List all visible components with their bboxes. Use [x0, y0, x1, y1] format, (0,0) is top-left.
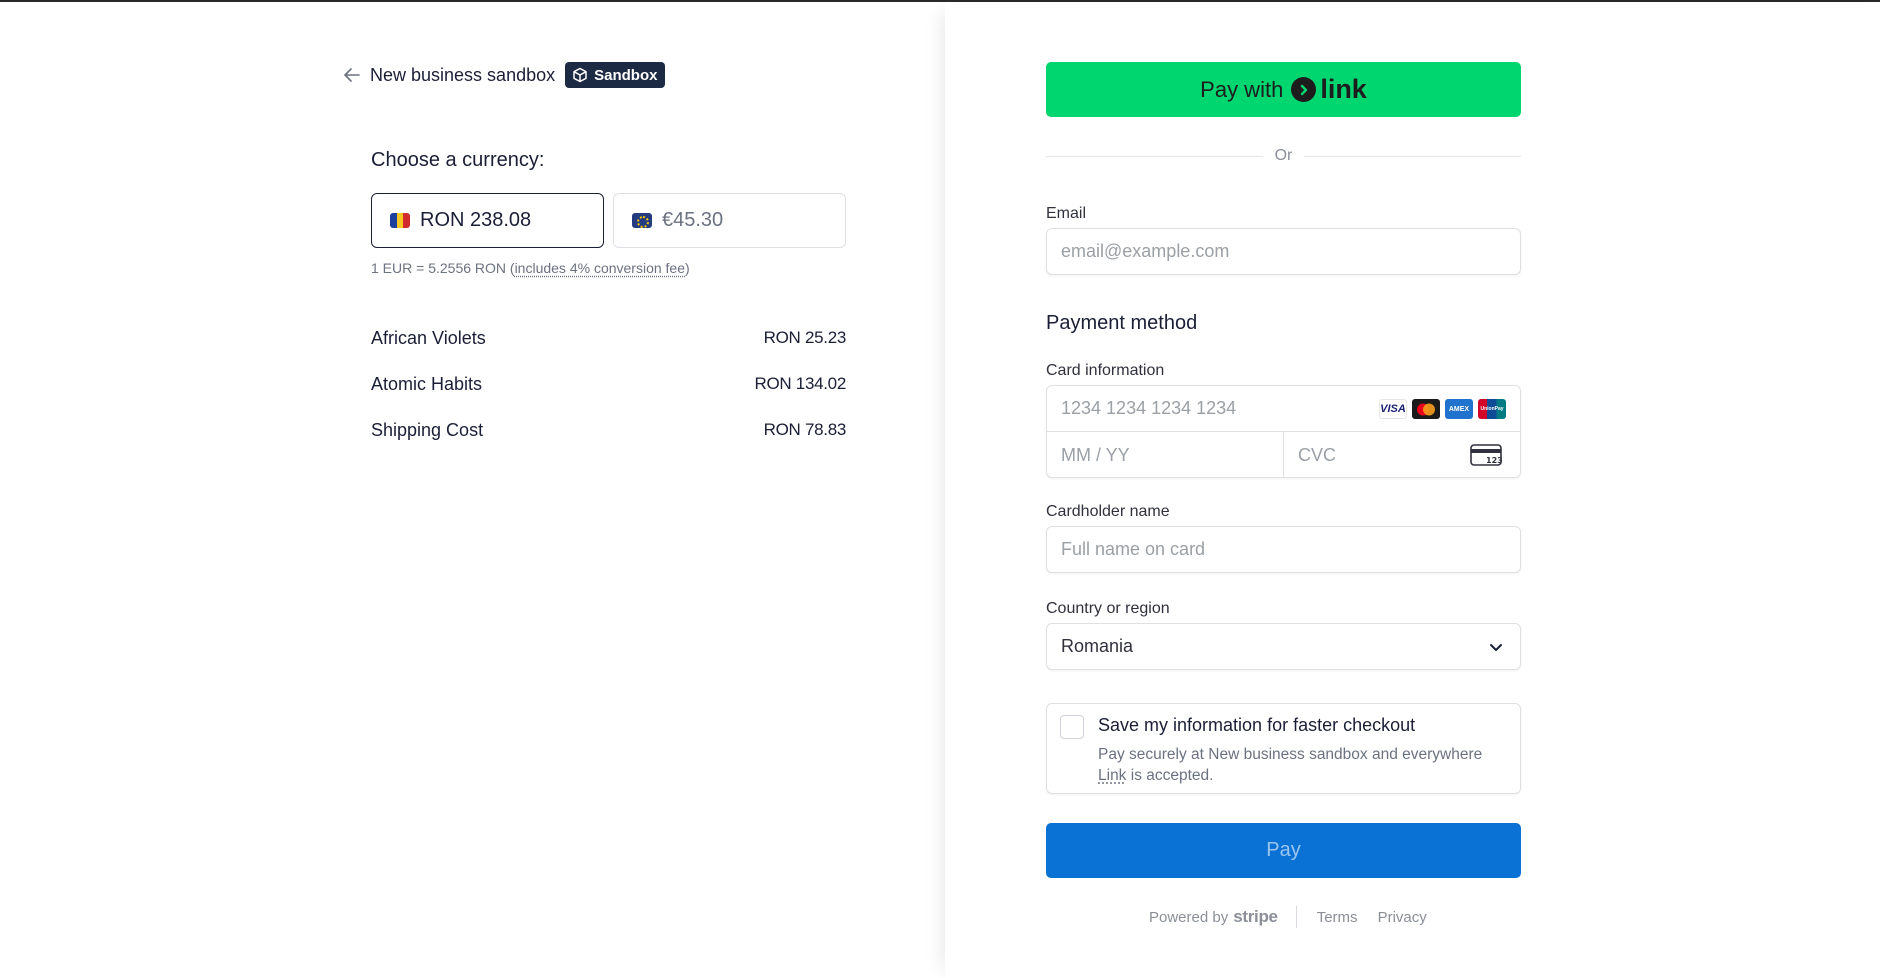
header: New business sandbox Sandbox [344, 62, 666, 88]
line-item: African Violets RON 25.23 [371, 328, 846, 374]
email-placeholder: email@example.com [1061, 241, 1230, 261]
cardholder-placeholder: Full name on card [1061, 539, 1206, 559]
business-name[interactable]: New business sandbox [370, 65, 555, 86]
card-expiry-input[interactable]: MM / YY [1047, 432, 1284, 478]
card-number-placeholder: 1234 1234 1234 1234 [1061, 398, 1237, 418]
item-price: RON 78.83 [763, 420, 847, 439]
line-item: Shipping Cost RON 78.83 [371, 420, 846, 466]
country-select[interactable]: Romania [1046, 623, 1521, 670]
or-text: Or [1274, 147, 1293, 164]
save-info-box: Save my information for faster checkout … [1046, 703, 1521, 794]
conversion-rate: 1 EUR = 5.2556 RON (includes 4% conversi… [371, 260, 690, 276]
currency-title: Choose a currency: [371, 149, 545, 171]
or-divider: Or [1046, 146, 1521, 166]
currency-option-eur[interactable]: €45.30 [613, 193, 846, 248]
link-logo: link [1291, 74, 1367, 105]
item-price: RON 25.23 [763, 328, 847, 347]
item-name: Shipping Cost [371, 420, 484, 440]
romania-flag-icon [390, 213, 410, 228]
save-info-description: Pay securely at New business sandbox and… [1098, 744, 1508, 786]
chevron-down-icon [1488, 639, 1504, 660]
item-price: RON 134.02 [754, 374, 847, 393]
terms-link[interactable]: Terms [1317, 909, 1358, 926]
country-label: Country or region [1046, 600, 1170, 617]
svg-text:123: 123 [1486, 456, 1502, 465]
payment-method-title: Payment method [1046, 312, 1198, 334]
email-field[interactable]: email@example.com [1046, 228, 1521, 275]
line-items: African Violets RON 25.23 Atomic Habits … [371, 328, 846, 466]
link-brand-text: link [1320, 74, 1367, 104]
unionpay-icon: UnionPay [1478, 399, 1506, 419]
card-information-group: 1234 1234 1234 1234 VISA AMEX UnionPay M… [1046, 385, 1521, 478]
card-information-label: Card information [1046, 362, 1165, 379]
item-name: Atomic Habits [371, 374, 483, 394]
currency-option-ron[interactable]: RON 238.08 [371, 193, 604, 248]
save-info-checkbox[interactable] [1060, 715, 1084, 739]
currency-option-label: RON 238.08 [420, 209, 532, 231]
stripe-logo[interactable]: stripe [1233, 907, 1278, 927]
save-desc-suffix: is accepted. [1126, 767, 1214, 784]
footer: Powered by stripe Terms Privacy [1149, 906, 1447, 928]
privacy-link[interactable]: Privacy [1378, 909, 1427, 926]
pay-button[interactable]: Pay [1046, 823, 1521, 878]
link-info-tooltip[interactable]: Link [1098, 767, 1126, 784]
sandbox-badge: Sandbox [565, 62, 666, 88]
card-cvc-input[interactable]: CVC 123 [1284, 432, 1520, 478]
email-label: Email [1046, 205, 1087, 222]
country-value: Romania [1061, 636, 1134, 656]
save-info-title[interactable]: Save my information for faster checkout [1098, 715, 1415, 736]
eu-flag-icon [632, 213, 652, 228]
cvc-card-icon: 123 [1470, 444, 1503, 471]
cube-icon [573, 67, 587, 83]
cardholder-name-label: Cardholder name [1046, 503, 1170, 520]
powered-by-text: Powered by [1149, 908, 1229, 926]
mastercard-icon [1412, 399, 1440, 419]
card-brands: VISA AMEX UnionPay [1379, 399, 1506, 419]
sandbox-badge-label: Sandbox [594, 66, 658, 84]
currency-option-label: €45.30 [662, 209, 724, 231]
back-arrow-icon[interactable] [344, 66, 362, 84]
save-desc-text: Pay securely at New business sandbox and… [1098, 746, 1483, 763]
rate-suffix: ) [685, 260, 690, 276]
expiry-placeholder: MM / YY [1061, 444, 1130, 465]
conversion-fee-tooltip[interactable]: includes 4% conversion fee [515, 260, 685, 276]
cardholder-name-input[interactable]: Full name on card [1046, 526, 1521, 573]
amex-icon: AMEX [1445, 399, 1473, 419]
item-name: African Violets [371, 328, 486, 348]
link-button-label: Pay with [1200, 76, 1284, 102]
pay-button-label: Pay [1266, 839, 1301, 861]
visa-icon: VISA [1379, 399, 1407, 419]
pay-with-link-button[interactable]: Pay with link [1046, 62, 1521, 117]
footer-divider [1295, 906, 1297, 928]
rate-text: 1 EUR = 5.2556 RON ( [371, 260, 515, 276]
chevron-right-icon [1291, 77, 1317, 102]
cvc-placeholder: CVC [1298, 444, 1337, 465]
line-item: Atomic Habits RON 134.02 [371, 374, 846, 420]
